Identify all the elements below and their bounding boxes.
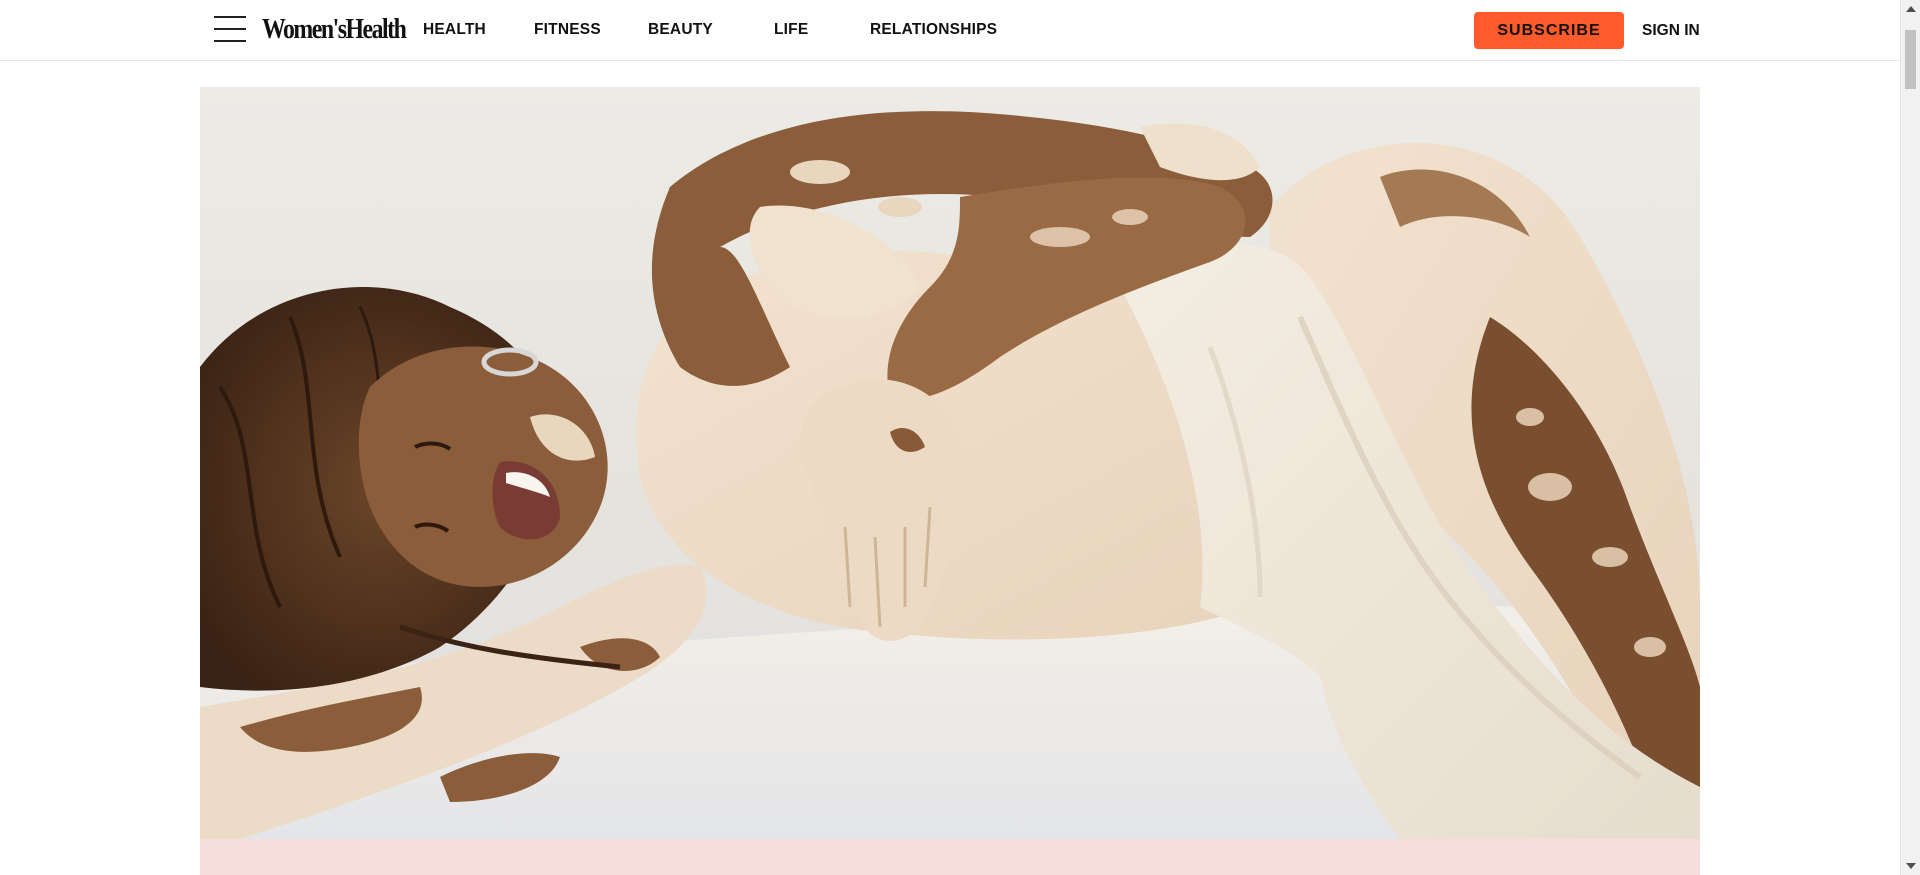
- site-header: Women'sHealth HEALTH FITNESS BEAUTY LIFE…: [0, 0, 1900, 61]
- content-band: [200, 839, 1700, 875]
- womens-health-logo[interactable]: Women'sHealth: [262, 12, 407, 46]
- nav-item-health[interactable]: HEALTH: [423, 21, 486, 39]
- sign-in-link[interactable]: SIGN IN: [1642, 22, 1700, 40]
- nav-item-relationships[interactable]: RELATIONSHIPS: [870, 21, 997, 39]
- nav-item-beauty[interactable]: BEAUTY: [648, 21, 713, 39]
- hamburger-menu-icon[interactable]: [214, 16, 246, 44]
- hero-image: [200, 87, 1700, 839]
- subscribe-button[interactable]: SUBSCRIBE: [1474, 12, 1624, 49]
- scroll-down-arrow-icon[interactable]: [1906, 863, 1916, 869]
- page: Women'sHealth HEALTH FITNESS BEAUTY LIFE…: [0, 0, 1920, 875]
- scrollbar-thumb[interactable]: [1905, 30, 1916, 89]
- vertical-scrollbar[interactable]: [1900, 0, 1920, 875]
- scroll-up-arrow-icon[interactable]: [1906, 6, 1916, 12]
- nav-item-life[interactable]: LIFE: [774, 21, 808, 39]
- nav-item-fitness[interactable]: FITNESS: [534, 21, 601, 39]
